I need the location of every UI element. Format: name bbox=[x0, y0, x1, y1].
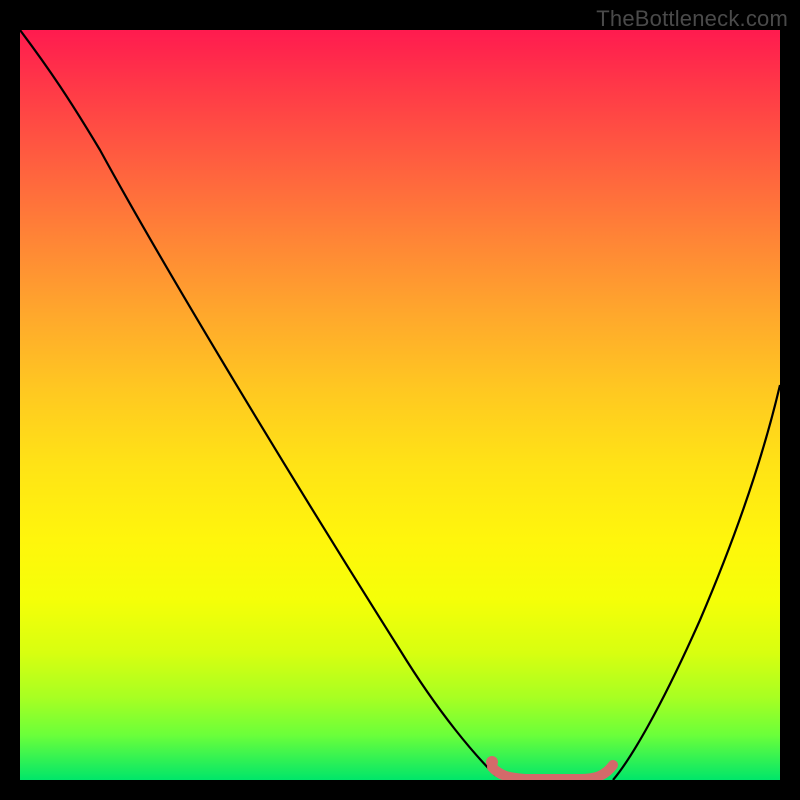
watermark-label: TheBottleneck.com bbox=[596, 6, 788, 32]
bottom-flat-path bbox=[492, 765, 613, 779]
chart-plot-area bbox=[20, 30, 780, 780]
right-curve-path bbox=[613, 385, 780, 780]
chart-curves-svg bbox=[20, 30, 780, 780]
anchor-dot bbox=[486, 756, 498, 768]
left-curve-path bbox=[20, 30, 514, 780]
